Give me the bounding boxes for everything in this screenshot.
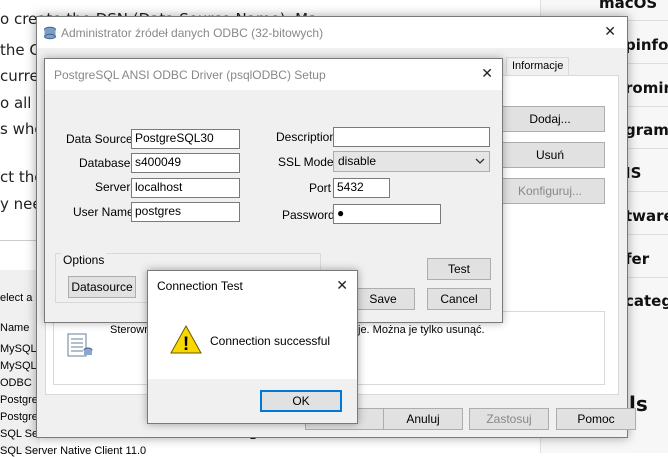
description-text: Sterown (110, 324, 151, 336)
list-item[interactable]: ODBC (0, 377, 32, 389)
ssl-mode-select[interactable]: disable (333, 151, 490, 172)
message-text: Connection successful (210, 334, 331, 348)
column-header: Name (0, 322, 30, 334)
list-item[interactable]: Postgre (0, 394, 38, 406)
odbc-driver-icon (67, 333, 93, 357)
datasource-button[interactable]: Datasource (68, 276, 136, 298)
bg-sidebar-item[interactable]: fer (625, 250, 649, 268)
dialog-title: Connection Test (157, 279, 243, 293)
database-field[interactable]: s400049 (131, 153, 240, 173)
list-item[interactable]: Postgre (0, 411, 38, 423)
password-field[interactable]: ● (333, 204, 441, 224)
divider (625, 277, 668, 278)
window-title: Administrator źródeł danych ODBC (32-bit… (61, 26, 324, 40)
test-button[interactable]: Test (427, 258, 491, 280)
description-text-tail: je. Można je tylko usunąć. (358, 324, 485, 336)
help-button[interactable]: Pomoc (556, 408, 636, 430)
ok-button[interactable]: OK (260, 390, 342, 412)
save-button[interactable]: Save (351, 288, 415, 310)
list-header: elect a (0, 292, 33, 304)
close-icon[interactable]: ✕ (481, 65, 493, 82)
tab-informacje[interactable]: Informacje (506, 57, 570, 76)
cancel-button[interactable]: Cancel (427, 288, 491, 310)
server-field[interactable]: localhost (131, 178, 240, 198)
divider (625, 63, 668, 64)
password-label: Password (282, 208, 335, 222)
bg-sidebar-item[interactable]: romin (625, 79, 668, 97)
list-item[interactable]: MySQL (0, 360, 37, 372)
title-bar: PostgreSQL ANSI ODBC Driver (psqlODBC) S… (45, 59, 502, 90)
user-name-field[interactable]: postgres (131, 202, 240, 222)
divider (625, 148, 668, 149)
title-bar: Connection Test ✕ (148, 271, 357, 300)
divider (625, 191, 668, 192)
bg-sidebar-item[interactable]: catego (625, 292, 668, 310)
description-field[interactable] (333, 127, 490, 147)
database-label: Database (79, 156, 131, 170)
cancel-button[interactable]: Anuluj (383, 408, 463, 430)
warning-glyph: ! (183, 334, 189, 355)
port-field[interactable]: 5432 (333, 178, 390, 198)
dialog-title: PostgreSQL ANSI ODBC Driver (psqlODBC) S… (54, 68, 326, 82)
divider (625, 106, 668, 107)
divider (625, 20, 668, 21)
close-icon[interactable]: ✕ (336, 277, 348, 294)
remove-button[interactable]: Usuń (495, 142, 605, 168)
options-label: Options (61, 253, 107, 267)
ssl-mode-value: disable (338, 154, 377, 168)
divider (625, 234, 668, 235)
warning-icon: ! (170, 324, 202, 355)
database-icon (44, 26, 56, 40)
ssl-mode-label: SSL Mode (278, 155, 334, 169)
chevron-down-icon (475, 158, 485, 164)
port-label: Port (309, 181, 332, 195)
bg-sidebar-item[interactable]: macOS (599, 0, 657, 12)
bg-text-line: the C (0, 41, 40, 59)
connection-test-dialog: Connection Test ✕ ! Connection successfu… (147, 270, 358, 424)
description-label: Description (276, 130, 337, 144)
list-item[interactable]: MySQL (0, 343, 37, 355)
apply-button[interactable]: Zastosuj (469, 408, 549, 430)
add-button[interactable]: Dodaj... (495, 106, 605, 132)
bg-driver-list: elect a Name MySQL MySQL ODBC Postgre Po… (0, 270, 146, 457)
list-item[interactable]: SQL Server Native Client 11.0 (0, 445, 146, 457)
user-name-label: User Name (73, 205, 134, 219)
data-source-field[interactable]: PostgreSQL30 (131, 129, 240, 149)
bg-sidebar-item[interactable]: gramr (625, 121, 668, 139)
server-label: Server (95, 180, 131, 194)
close-icon[interactable]: ✕ (604, 23, 616, 40)
divider (0, 240, 36, 241)
bg-sidebar-item[interactable]: pinfo (625, 36, 668, 54)
configure-button[interactable]: Konfiguruj... (495, 178, 605, 204)
bg-sidebar-item[interactable]: tware (625, 207, 668, 225)
data-source-label: Data Source (66, 132, 133, 146)
title-bar: Administrator źródeł danych ODBC (32-bit… (37, 17, 627, 48)
